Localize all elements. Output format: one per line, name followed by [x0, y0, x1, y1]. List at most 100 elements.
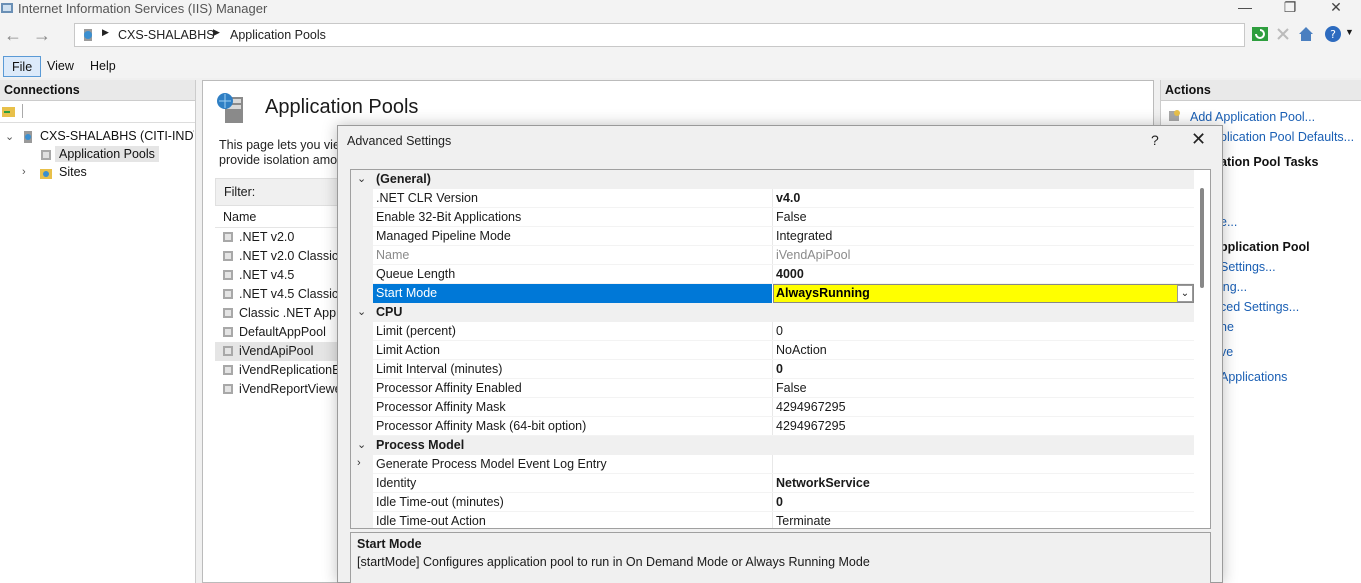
action-set-pool-defaults[interactable]: plication Pool Defaults... [1220, 130, 1354, 144]
property-row[interactable]: Limit Action NoAction [351, 341, 1194, 360]
close-window-button[interactable]: ✕ [1313, 0, 1359, 18]
property-row[interactable]: Queue Length 4000 [351, 265, 1194, 284]
stop-icon[interactable] [1273, 24, 1293, 44]
home-icon[interactable] [1296, 24, 1316, 44]
property-row[interactable]: Name iVendApiPool [351, 246, 1194, 265]
dialog-close-button[interactable]: ✕ [1191, 129, 1206, 150]
property-row[interactable]: .NET CLR Version v4.0 [351, 189, 1194, 208]
column-divider [772, 417, 773, 436]
property-category[interactable]: ⌄ (General) [351, 170, 1194, 189]
expand-chevron-icon[interactable]: › [357, 457, 361, 469]
pool-row[interactable]: iVendReplicationEn [215, 361, 347, 380]
column-divider [772, 512, 773, 528]
property-value[interactable]: 4000 [776, 267, 804, 281]
pool-row[interactable]: iVendApiPool [215, 342, 339, 361]
pool-row[interactable]: .NET v4.5 [215, 266, 339, 285]
pool-row[interactable]: .NET v2.0 [215, 228, 339, 247]
property-row[interactable]: Limit (percent) 0 [351, 322, 1194, 341]
property-value[interactable]: Terminate [776, 514, 831, 528]
collapse-chevron-icon[interactable]: ⌄ [357, 438, 366, 451]
property-row[interactable]: Start Mode AlwaysRunning ⌄ [351, 284, 1194, 303]
pool-row[interactable]: Classic .NET AppPo [215, 304, 351, 323]
action-add-application-pool[interactable]: Add Application Pool... [1190, 110, 1315, 124]
pool-row[interactable]: .NET v4.5 Classic [215, 285, 339, 304]
property-row[interactable]: Idle Time-out (minutes) 0 [351, 493, 1194, 512]
chevron-down-icon[interactable]: ⌄ [1177, 285, 1193, 302]
collapse-chevron-icon[interactable]: ⌄ [357, 172, 366, 185]
back-arrow-icon[interactable]: ← [2, 24, 24, 46]
pool-row[interactable]: iVendReportViewer [215, 380, 346, 399]
help-dropdown-icon[interactable]: ▼ [1345, 27, 1354, 37]
menu-view[interactable]: View [39, 56, 82, 77]
dialog-help-button[interactable]: ? [1151, 132, 1159, 148]
add-pool-icon [1169, 110, 1180, 121]
property-name: .NET CLR Version [376, 191, 478, 205]
property-grid[interactable]: ⌄ (General) .NET CLR Version v4.0 Enable 32-… [350, 169, 1211, 529]
breadcrumb-app-pools[interactable]: Application Pools [230, 28, 326, 42]
collapse-chevron-icon[interactable]: ⌄ [357, 305, 366, 318]
connect-icon[interactable] [1, 104, 17, 118]
property-row[interactable]: Identity NetworkService [351, 474, 1194, 493]
row-gutter [351, 455, 373, 474]
property-value[interactable]: v4.0 [776, 191, 800, 205]
breadcrumb-server[interactable]: CXS-SHALABHS [118, 28, 215, 42]
app-pool-icon [223, 365, 233, 375]
property-value[interactable]: NoAction [776, 343, 827, 357]
property-value[interactable]: AlwaysRunning [776, 286, 870, 300]
property-row[interactable]: Limit Interval (minutes) 0 [351, 360, 1194, 379]
property-name: Start Mode [376, 286, 438, 300]
property-value[interactable]: 4294967295 [776, 400, 846, 414]
forward-arrow-icon[interactable]: → [31, 24, 53, 46]
property-row[interactable]: Enable 32-Bit Applications False [351, 208, 1194, 227]
address-bar[interactable]: ▶ CXS-SHALABHS ▶ Application Pools [74, 23, 1245, 47]
description-line: provide isolation amor [219, 153, 341, 167]
pool-list: Name .NET v2.0 .NET v2.0 Classic .NET v4.5… [215, 208, 351, 399]
tree-sites[interactable]: Sites [59, 165, 87, 179]
property-row[interactable]: Processor Affinity Mask (64-bit option) 4… [351, 417, 1194, 436]
window-title: Internet Information Services (IIS) Mana… [18, 1, 268, 16]
property-row[interactable]: Managed Pipeline Mode Integrated [351, 227, 1194, 246]
pool-row[interactable]: .NET v2.0 Classic [215, 247, 339, 266]
pool-row[interactable]: DefaultAppPool [215, 323, 339, 342]
property-category[interactable]: ⌄ CPU [351, 303, 1194, 322]
category-name: Process Model [376, 438, 465, 452]
tree-app-pools[interactable]: Application Pools [55, 146, 159, 162]
property-row[interactable]: Processor Affinity Mask 4294967295 [351, 398, 1194, 417]
sites-icon [40, 169, 52, 179]
column-header-name[interactable]: Name [215, 208, 339, 228]
row-gutter [351, 493, 373, 512]
menu-bar: File View Help [0, 54, 1361, 78]
property-value[interactable]: 4294967295 [776, 419, 846, 433]
property-value[interactable]: 0 [776, 362, 783, 376]
property-value[interactable]: Integrated [776, 229, 832, 243]
svg-text:?: ? [1330, 28, 1336, 41]
scrollbar-thumb[interactable] [1200, 188, 1204, 288]
minimize-button[interactable]: — [1222, 0, 1268, 18]
refresh-icon[interactable] [1250, 24, 1270, 44]
property-value[interactable]: False [776, 381, 807, 395]
property-value[interactable]: NetworkService [776, 476, 870, 490]
property-row[interactable]: Processor Affinity Enabled False [351, 379, 1194, 398]
property-category[interactable]: ⌄ Process Model [351, 436, 1194, 455]
action-recycling[interactable]: ing... [1220, 280, 1247, 294]
action-basic-settings[interactable]: Settings... [1220, 260, 1276, 274]
action-section-edit-pool: pplication Pool [1220, 240, 1310, 254]
property-value[interactable]: 0 [776, 495, 783, 509]
property-value[interactable]: 0 [776, 324, 783, 338]
tree-expand-icon[interactable]: ⌄ [5, 130, 14, 143]
app-pool-icon [223, 327, 233, 337]
column-divider [772, 322, 773, 341]
menu-file[interactable]: File [3, 56, 42, 77]
tree-collapse-icon[interactable]: › [22, 166, 26, 178]
help-icon[interactable]: ? [1323, 24, 1343, 44]
tree-server[interactable]: CXS-SHALABHS (CITI-IND\sh [40, 129, 194, 143]
property-grid-scrollbar[interactable] [1194, 170, 1210, 528]
property-row[interactable]: Idle Time-out Action Terminate [351, 512, 1194, 528]
menu-help[interactable]: Help [82, 56, 124, 77]
action-view-applications[interactable]: Applications [1220, 370, 1287, 384]
maximize-button[interactable]: ❐ [1267, 0, 1313, 18]
property-value[interactable]: False [776, 210, 807, 224]
row-gutter [351, 208, 373, 227]
property-row[interactable]: › Generate Process Model Event Log Entry [351, 455, 1194, 474]
action-advanced-settings[interactable]: ced Settings... [1220, 300, 1299, 314]
